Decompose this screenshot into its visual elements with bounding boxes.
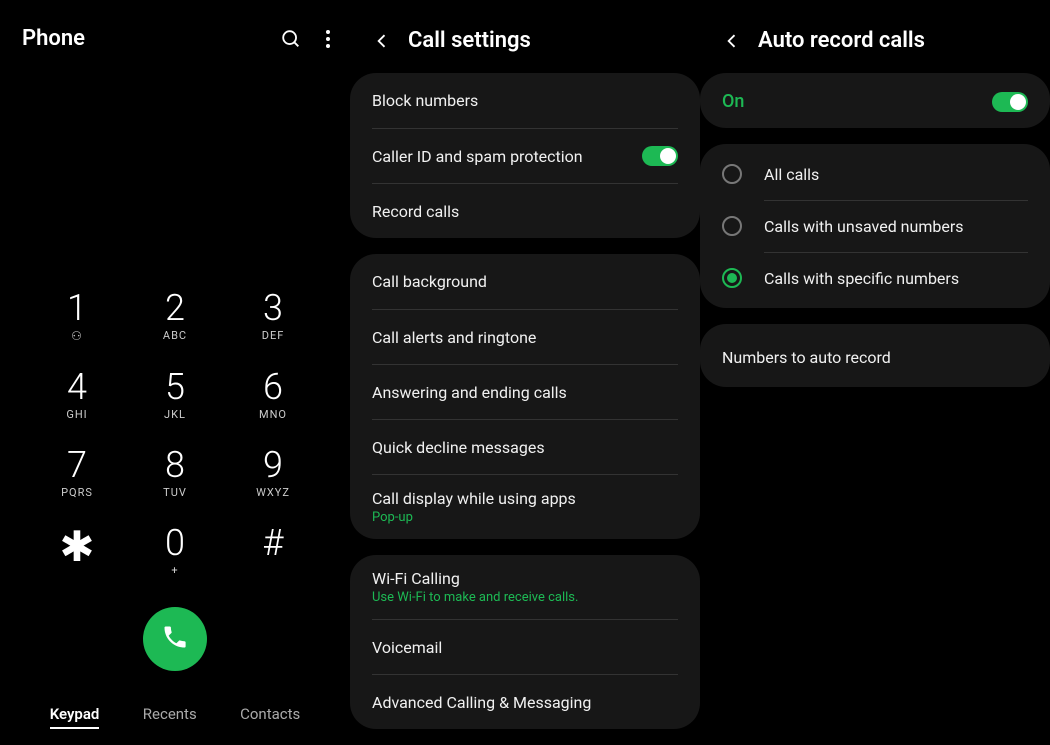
- search-icon[interactable]: [280, 28, 302, 50]
- key-3[interactable]: 3DEF: [224, 290, 322, 343]
- call-button[interactable]: [143, 607, 207, 671]
- settings-group-2: Call background Call alerts and ringtone…: [350, 254, 700, 539]
- key-0[interactable]: 0+: [126, 525, 224, 577]
- auto-record-toggle[interactable]: [992, 92, 1028, 112]
- radio-icon: [722, 164, 742, 184]
- auto-record-options: All calls Calls with unsaved numbers Cal…: [700, 144, 1050, 308]
- radio-icon: [722, 268, 742, 288]
- key-4[interactable]: 4GHI: [28, 369, 126, 421]
- key-1[interactable]: 1⚇: [28, 290, 126, 343]
- row-record-calls[interactable]: Record calls: [372, 183, 678, 238]
- row-answering-ending[interactable]: Answering and ending calls: [372, 364, 678, 419]
- key-hash[interactable]: #: [224, 525, 322, 577]
- back-icon[interactable]: [722, 31, 742, 51]
- page-title: Call settings: [408, 28, 531, 53]
- key-6[interactable]: 6MNO: [224, 369, 322, 421]
- radio-specific-numbers[interactable]: Calls with specific numbers: [722, 252, 1028, 304]
- page-title: Auto record calls: [758, 28, 925, 53]
- back-icon[interactable]: [372, 31, 392, 51]
- row-call-alerts[interactable]: Call alerts and ringtone: [372, 309, 678, 364]
- row-advanced-calling[interactable]: Advanced Calling & Messaging: [372, 674, 678, 729]
- key-9[interactable]: 9WXYZ: [224, 447, 322, 499]
- dial-keypad: 1⚇ 2ABC 3DEF 4GHI 5JKL 6MNO 7PQRS 8TUV 9…: [0, 290, 350, 577]
- row-block-numbers[interactable]: Block numbers: [372, 73, 678, 128]
- settings-group-1: Block numbers Caller ID and spam protect…: [350, 73, 700, 238]
- tab-keypad[interactable]: Keypad: [50, 705, 100, 729]
- page-title: Phone: [22, 26, 85, 51]
- auto-record-state: On: [722, 91, 744, 112]
- row-quick-decline[interactable]: Quick decline messages: [372, 419, 678, 474]
- caller-id-toggle[interactable]: [642, 146, 678, 166]
- row-caller-id-spam[interactable]: Caller ID and spam protection: [372, 128, 678, 183]
- numbers-to-record-card: Numbers to auto record: [700, 324, 1050, 387]
- call-settings-screen: Call settings Block numbers Caller ID an…: [350, 0, 700, 745]
- key-7[interactable]: 7PQRS: [28, 447, 126, 499]
- more-icon[interactable]: [326, 30, 330, 48]
- radio-unsaved-numbers[interactable]: Calls with unsaved numbers: [722, 200, 1028, 252]
- key-5[interactable]: 5JKL: [126, 369, 224, 421]
- phone-dialer-screen: Phone 1⚇ 2ABC 3DEF 4GHI 5JKL 6MNO 7PQRS …: [0, 0, 350, 745]
- tab-contacts[interactable]: Contacts: [240, 705, 300, 729]
- row-voicemail[interactable]: Voicemail: [372, 619, 678, 674]
- bottom-tabs: Keypad Recents Contacts: [0, 705, 350, 729]
- radio-icon: [722, 216, 742, 236]
- key-2[interactable]: 2ABC: [126, 290, 224, 343]
- auto-record-toggle-card: On: [700, 73, 1050, 128]
- row-numbers-to-record[interactable]: Numbers to auto record: [722, 330, 1028, 385]
- settings-group-3: Wi-Fi Calling Use Wi-Fi to make and rece…: [350, 555, 700, 729]
- tab-recents[interactable]: Recents: [143, 705, 197, 729]
- auto-record-screen: Auto record calls On All calls Calls wit…: [700, 0, 1050, 745]
- row-call-display-apps[interactable]: Call display while using apps Pop-up: [372, 474, 678, 539]
- key-8[interactable]: 8TUV: [126, 447, 224, 499]
- phone-icon: [161, 623, 189, 655]
- row-call-background[interactable]: Call background: [372, 254, 678, 309]
- key-star[interactable]: ✱: [28, 525, 126, 577]
- row-wifi-calling[interactable]: Wi-Fi Calling Use Wi-Fi to make and rece…: [372, 555, 678, 619]
- radio-all-calls[interactable]: All calls: [722, 148, 1028, 200]
